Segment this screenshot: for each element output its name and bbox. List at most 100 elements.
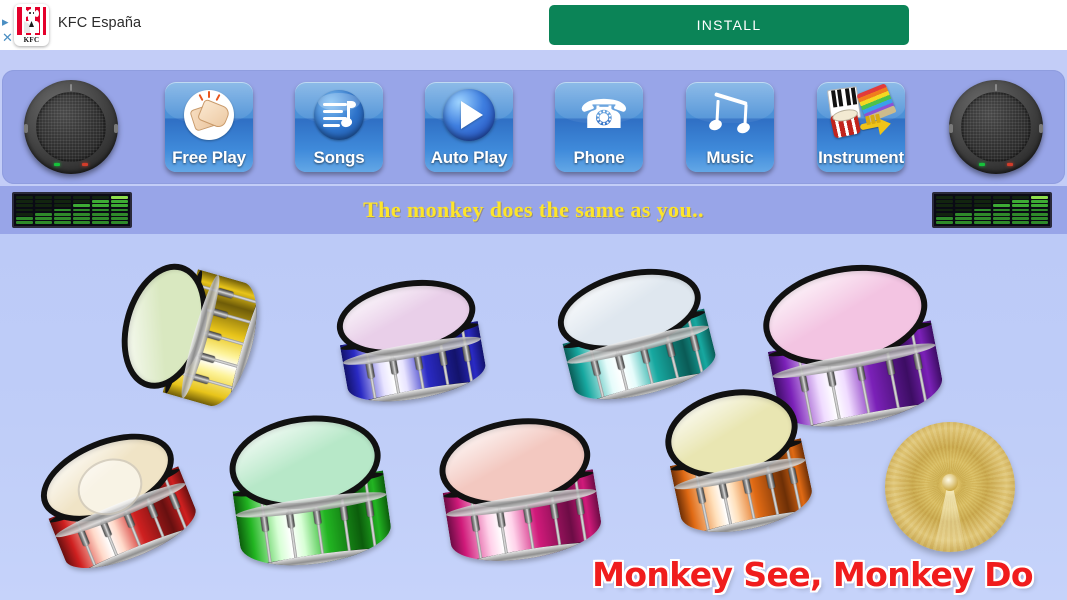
nav-button-auto-play[interactable]: Auto Play (425, 82, 513, 172)
equalizer-segment (1031, 217, 1048, 220)
logo-wordmark: KFC (23, 36, 40, 44)
equalizer-segment (1031, 212, 1048, 216)
drum-magenta[interactable] (432, 407, 606, 571)
equalizer-bar (993, 195, 1010, 224)
drum-yellow[interactable] (107, 253, 269, 413)
music-notes-icon (686, 86, 774, 144)
equalizer-segment (1012, 195, 1029, 199)
nav-button-music[interactable]: Music (686, 82, 774, 172)
nav-bar: Free Play Songs Auto Play ☎ Phone Music … (2, 70, 1065, 184)
drum-body (223, 406, 395, 574)
equalizer-segment (993, 208, 1010, 212)
equalizer-segment (993, 200, 1010, 203)
nav-button-free-play[interactable]: Free Play (165, 82, 253, 172)
equalizer-segment (993, 221, 1010, 224)
advertiser-name: KFC España (58, 15, 142, 31)
equalizer-segment (955, 221, 972, 224)
install-button[interactable]: INSTALL (549, 5, 909, 45)
equalizer-segment (955, 212, 972, 216)
equalizer-segment (936, 195, 953, 199)
nav-button-songs[interactable]: Songs (295, 82, 383, 172)
nav-label: Instrument (818, 148, 904, 167)
close-x-icon[interactable]: ✕ (2, 31, 14, 44)
equalizer-segment (993, 217, 1010, 220)
nav-label: Music (706, 148, 754, 167)
equalizer-segment (1012, 204, 1029, 208)
drum-teal[interactable] (549, 255, 721, 411)
drum-blue[interactable] (330, 269, 490, 411)
nav-button-phone[interactable]: ☎ Phone (555, 82, 643, 172)
kfc-colonel-icon (23, 8, 40, 33)
equalizer-segment (993, 195, 1010, 199)
equalizer-segment (936, 221, 953, 224)
nav-label: Free Play (172, 148, 246, 167)
equalizer-segment (955, 204, 972, 208)
equalizer-bar (974, 195, 991, 224)
instrument-stage: Monkey See, Monkey Do (0, 234, 1067, 600)
equalizer-segment (1031, 221, 1048, 224)
equalizer-segment (936, 217, 953, 220)
equalizer-segment (1012, 221, 1029, 224)
speaker-icon (949, 80, 1043, 174)
adchoices-triangle-icon[interactable]: ▸ (2, 15, 14, 28)
equalizer-segment (974, 221, 991, 224)
equalizer-bar (1012, 195, 1029, 224)
play-button-icon (425, 86, 513, 144)
message-bar: The monkey does the same as you.. (0, 186, 1067, 234)
drum-body (656, 377, 818, 543)
equalizer-segment (1012, 208, 1029, 212)
song-list-note-icon (295, 86, 383, 144)
nav-label: Auto Play (430, 148, 508, 167)
equalizer-segment (1031, 195, 1048, 199)
drum-orange[interactable] (656, 377, 818, 543)
advertiser-logo: KFC (14, 4, 49, 46)
ad-banner: ▸ ✕ KFC KFC España INSTALL (0, 0, 1067, 51)
equalizer-segment (993, 212, 1010, 216)
status-message: The monkey does the same as you.. (363, 197, 704, 222)
equalizer-segment (1031, 200, 1048, 203)
equalizer-segment (955, 195, 972, 199)
nav-label: Songs (313, 148, 365, 167)
equalizer-segment (1031, 208, 1048, 212)
app-root: ▸ ✕ KFC KFC España INSTALL Free Play Son… (0, 0, 1067, 600)
equalizer-segment (1012, 217, 1029, 220)
drum-body (432, 407, 606, 571)
drum-body (549, 255, 721, 411)
equalizer-segment (974, 212, 991, 216)
equalizer-segment (974, 200, 991, 203)
equalizer-segment (993, 204, 1010, 208)
equalizer-segment (936, 200, 953, 203)
drum-body (107, 253, 269, 413)
equalizer-segment (936, 212, 953, 216)
equalizer-segment (974, 204, 991, 208)
phone-handset-icon: ☎ (579, 93, 629, 137)
equalizer-bar (936, 195, 953, 224)
instruments-icon (817, 83, 905, 144)
equalizer-segment (1031, 204, 1048, 208)
equalizer-segment (955, 200, 972, 203)
equalizer-segment (955, 217, 972, 220)
app-title: Monkey See, Monkey Do (592, 555, 1034, 594)
equalizer-bar (1031, 195, 1048, 224)
equalizer-segment (936, 208, 953, 212)
drum-body (330, 269, 490, 411)
equalizer-display-right (932, 192, 1052, 228)
cymbal-surface (885, 422, 1015, 555)
equalizer-segment (974, 195, 991, 199)
drum-body (28, 416, 204, 582)
equalizer-segment (1012, 200, 1029, 203)
drum-green[interactable] (223, 406, 395, 574)
clapping-hands-icon (165, 86, 253, 144)
equalizer-segment (936, 204, 953, 208)
nav-area: Free Play Songs Auto Play ☎ Phone Music … (0, 50, 1067, 186)
drum-red[interactable] (28, 416, 204, 582)
equalizer-segment (1012, 212, 1029, 216)
equalizer-bar (955, 195, 972, 224)
nav-label: Phone (573, 148, 625, 167)
speaker-icon (24, 80, 118, 174)
cymbal-gold[interactable] (885, 422, 1015, 555)
equalizer-segment (974, 217, 991, 220)
nav-button-instrument[interactable]: Instrument (817, 82, 905, 172)
equalizer-segment (955, 208, 972, 212)
equalizer-segment (974, 208, 991, 212)
